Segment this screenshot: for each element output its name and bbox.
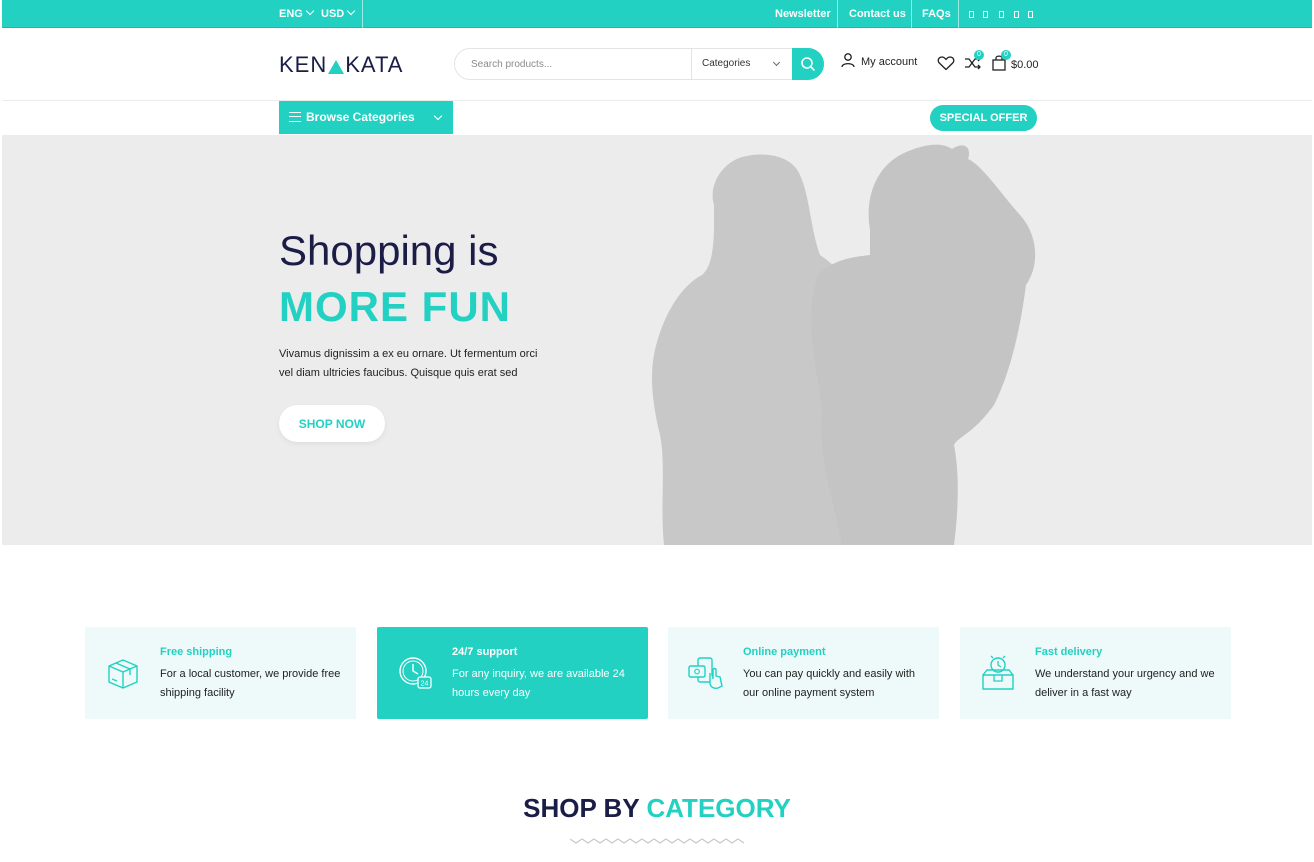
- logo-triangle-icon: [328, 60, 345, 74]
- feature-title: Fast delivery: [1035, 646, 1103, 658]
- hero-banner: Shopping is MORE FUN Vivamus dignissim a…: [2, 135, 1312, 545]
- section-title-part1: SHOP BY: [523, 793, 640, 823]
- contact-us-link[interactable]: Contact us: [849, 0, 906, 28]
- chevron-down-icon: [772, 58, 781, 67]
- logo-text-left: KEN: [279, 52, 328, 77]
- hero-highlight: MORE FUN: [279, 283, 511, 330]
- divider: [837, 0, 838, 28]
- feature-description: For a local customer, we provide free sh…: [160, 668, 341, 699]
- site-header: KEN KATA Categories My account: [2, 28, 1312, 101]
- feature-fast-delivery: Fast delivery We understand your urgency…: [960, 627, 1231, 719]
- language-selector[interactable]: ENG: [279, 0, 315, 28]
- wishlist-button[interactable]: [937, 55, 955, 76]
- zigzag-divider: [570, 838, 745, 844]
- compare-count-badge: 0: [974, 50, 984, 60]
- chevron-down-icon: [433, 111, 443, 121]
- facebook-icon[interactable]: [969, 11, 974, 18]
- currency-label: USD: [321, 8, 345, 20]
- box-icon: [108, 659, 138, 689]
- chevron-down-icon: [346, 6, 356, 16]
- divider: [958, 0, 959, 28]
- search-icon: [801, 57, 815, 71]
- logo[interactable]: KEN KATA: [279, 52, 403, 78]
- hero-people-image: [652, 144, 1036, 545]
- section-title-part2: CATEGORY: [646, 793, 791, 823]
- hero-description: Vivamus dignissim a ex eu ornare. Ut fer…: [279, 348, 538, 379]
- categories-dropdown[interactable]: Categories: [691, 49, 791, 79]
- cart-total[interactable]: $0.00: [1011, 59, 1039, 71]
- menu-icon: [289, 112, 301, 122]
- instagram-icon[interactable]: [999, 11, 1004, 18]
- feature-description: We understand your urgency and we delive…: [1035, 668, 1215, 699]
- compare-button[interactable]: 0: [964, 50, 984, 76]
- twitter-icon[interactable]: [983, 11, 988, 18]
- feature-title: Free shipping: [160, 646, 233, 658]
- logo-text-right: KATA: [345, 52, 404, 77]
- my-account-label: My account: [861, 56, 918, 68]
- search-button[interactable]: [792, 48, 824, 80]
- currency-selector[interactable]: USD: [321, 0, 356, 28]
- clock-24-icon: 24: [399, 657, 432, 689]
- feature-free-shipping: Free shipping For a local customer, we p…: [85, 627, 356, 719]
- feature-title: 24/7 support: [452, 646, 518, 658]
- youtube-icon[interactable]: [1014, 11, 1019, 18]
- top-bar: ENG USD Newsletter Contact us FAQs: [2, 0, 1312, 28]
- search-bar: Categories: [454, 48, 824, 80]
- divider: [362, 0, 363, 28]
- svg-text:24: 24: [421, 681, 429, 688]
- language-label: ENG: [279, 8, 303, 20]
- feature-online-payment: Online payment You can pay quickly and e…: [668, 627, 939, 719]
- heart-icon: [937, 56, 955, 71]
- browse-categories-button[interactable]: Browse Categories: [279, 101, 453, 134]
- hero-title: Shopping is: [279, 227, 499, 274]
- feature-description: You can pay quickly and easily with our …: [743, 668, 916, 699]
- payment-icon: [688, 657, 723, 689]
- feature-support: 24 24/7 support For any inquiry, we are …: [377, 627, 648, 719]
- faqs-link[interactable]: FAQs: [922, 0, 951, 28]
- search-input[interactable]: [471, 49, 681, 79]
- shop-now-button[interactable]: SHOP NOW: [279, 405, 385, 442]
- user-icon: [841, 53, 855, 68]
- cart-button[interactable]: 0: [991, 50, 1011, 76]
- fast-delivery-icon: [982, 655, 1014, 690]
- pinterest-icon[interactable]: [1028, 11, 1033, 18]
- feature-title: Online payment: [743, 646, 826, 658]
- feature-description: For any inquiry, we are available 24 hou…: [452, 668, 625, 699]
- newsletter-link[interactable]: Newsletter: [775, 0, 831, 28]
- browse-categories-label: Browse Categories: [306, 110, 415, 124]
- page: ENG USD Newsletter Contact us FAQs KEN KA…: [0, 0, 1314, 862]
- category-nav: Browse Categories SPECIAL OFFER: [2, 101, 1312, 135]
- my-account-link[interactable]: My account: [840, 53, 918, 68]
- divider: [911, 0, 912, 28]
- special-offer-button[interactable]: SPECIAL OFFER: [930, 105, 1037, 131]
- cart-count-badge: 0: [1001, 50, 1011, 60]
- section-title: SHOP BY CATEGORY: [0, 793, 1314, 824]
- categories-label: Categories: [702, 58, 751, 69]
- chevron-down-icon: [305, 6, 315, 16]
